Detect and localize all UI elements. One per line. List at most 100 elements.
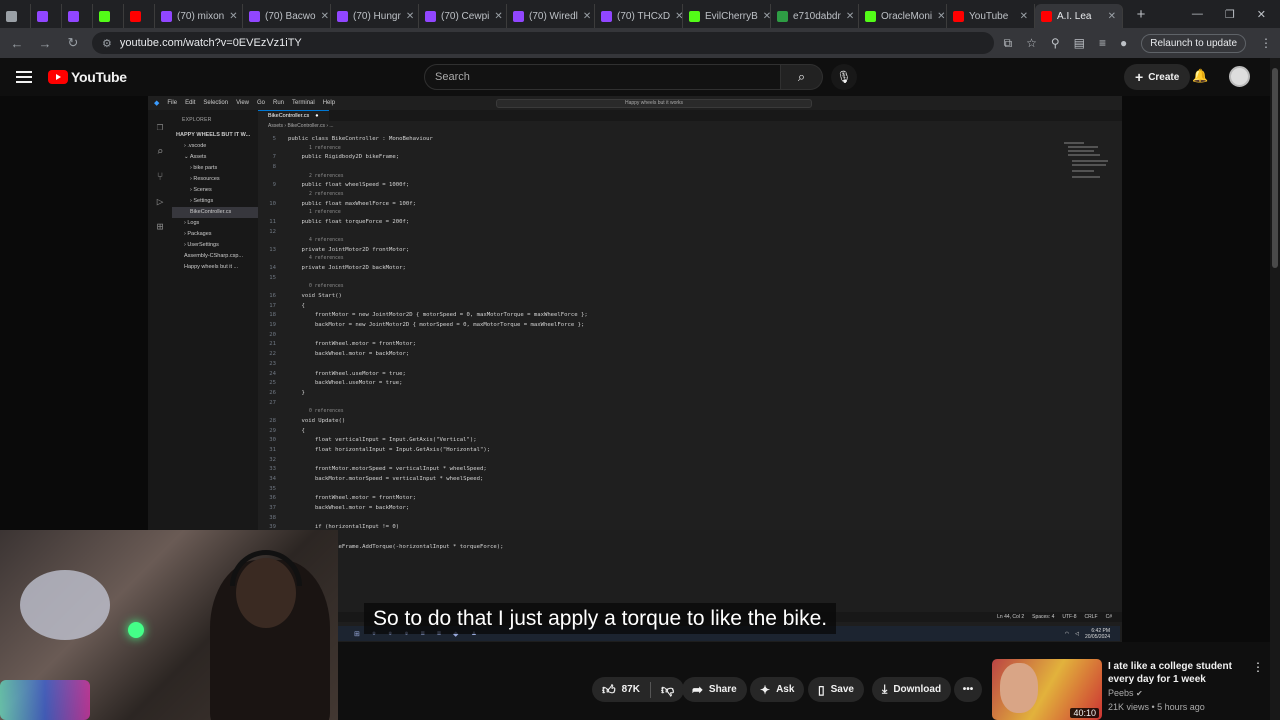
video-duration: 40:10 bbox=[1070, 708, 1099, 718]
tab-close-icon[interactable]: ✕ bbox=[937, 11, 945, 22]
line-number: 8 bbox=[272, 163, 276, 170]
browser-tab[interactable]: (70) Cewpi ✕ bbox=[419, 4, 507, 28]
code-line: 7 public Rigidbody2D bikeFrame; bbox=[258, 153, 1118, 163]
editor-tab-label: BikeController.cs bbox=[268, 113, 310, 119]
browser-tab[interactable] bbox=[93, 4, 124, 28]
relaunch-button[interactable]: Relaunch to update bbox=[1141, 33, 1246, 53]
search-input[interactable]: Search bbox=[424, 64, 781, 90]
search-button[interactable]: ⌕ bbox=[781, 64, 823, 90]
browser-tab[interactable]: EvilCherryB ✕ bbox=[683, 4, 771, 28]
line-number: 13 bbox=[269, 246, 276, 253]
chrome-menu-icon[interactable]: ⋮ bbox=[1260, 36, 1272, 50]
browser-tab[interactable] bbox=[62, 4, 93, 28]
tab-label: e710dabdr bbox=[793, 10, 841, 22]
vscode-menu-item: File bbox=[167, 100, 178, 106]
site-info-icon[interactable]: ⚙ bbox=[102, 37, 112, 50]
media-icon[interactable]: ≡ bbox=[1099, 36, 1106, 50]
save-button[interactable]: ▯ Save bbox=[808, 677, 864, 702]
back-icon[interactable]: ← bbox=[8, 36, 26, 51]
thumbnail-person bbox=[1000, 663, 1038, 713]
line-number: 22 bbox=[269, 351, 276, 358]
tab-close-icon[interactable]: ✕ bbox=[1020, 11, 1028, 22]
browser-tab[interactable]: YouTube ✕ bbox=[947, 4, 1035, 28]
bookmark-star-icon[interactable]: ☆ bbox=[1026, 36, 1037, 50]
video-menu-icon[interactable]: ⋮ bbox=[1252, 660, 1264, 674]
browser-tab[interactable] bbox=[124, 4, 155, 28]
line-number: 25 bbox=[269, 380, 276, 387]
channel-name[interactable]: Peebs ✔ bbox=[1108, 688, 1143, 698]
cast-icon[interactable]: ⧉ bbox=[1004, 36, 1013, 51]
tab-favicon-icon bbox=[689, 10, 700, 22]
minimize-icon[interactable]: — bbox=[1192, 8, 1203, 21]
browser-tab[interactable]: e710dabdr ✕ bbox=[771, 4, 859, 28]
share-button[interactable]: ➦ Share bbox=[682, 677, 747, 702]
tab-close-icon[interactable]: ✕ bbox=[1108, 11, 1116, 22]
sidepanel-icon[interactable]: ▤ bbox=[1074, 36, 1085, 50]
line-number: 29 bbox=[269, 427, 276, 434]
tab-favicon-icon bbox=[1041, 10, 1052, 22]
tab-close-icon[interactable]: ✕ bbox=[494, 11, 502, 22]
tab-close-icon[interactable]: ✕ bbox=[321, 11, 329, 22]
code-text: frontMotor.motorSpeed = verticalInput * … bbox=[288, 466, 487, 473]
tab-close-icon[interactable]: ✕ bbox=[229, 11, 237, 22]
notifications-bell-icon[interactable]: 🔔 bbox=[1192, 68, 1208, 84]
menu-icon[interactable] bbox=[16, 71, 32, 83]
code-line: 27 bbox=[258, 399, 1118, 409]
line-number: 9 bbox=[272, 182, 276, 189]
tab-close-icon[interactable]: ✕ bbox=[406, 11, 414, 22]
tab-close-icon[interactable]: ✕ bbox=[583, 11, 591, 22]
browser-tab[interactable]: (70) mixon ✕ bbox=[155, 4, 243, 28]
account-avatar[interactable] bbox=[1229, 66, 1250, 87]
url-field[interactable]: ⚙ youtube.com/watch?v=0EVEzVz1iTY bbox=[92, 32, 994, 54]
code-line: 36 frontWheel.motor = frontMotor; bbox=[258, 494, 1118, 504]
browser-tab[interactable]: (70) THCxD ✕ bbox=[595, 4, 683, 28]
new-tab-button[interactable]: + bbox=[1129, 6, 1153, 23]
forward-icon[interactable]: → bbox=[36, 36, 54, 51]
search-icon: ⌕ bbox=[156, 145, 164, 158]
line-number: 19 bbox=[269, 322, 276, 329]
clock-date: 20/05/2024 bbox=[1084, 633, 1110, 640]
browser-tab[interactable]: OracleMoni ✕ bbox=[859, 4, 947, 28]
tab-close-icon[interactable]: ✕ bbox=[675, 11, 682, 22]
youtube-logo[interactable]: YouTube bbox=[48, 69, 127, 85]
video-meta: 21K views • 5 hours ago bbox=[1108, 702, 1205, 712]
browser-tab[interactable] bbox=[31, 4, 62, 28]
create-button[interactable]: + Create bbox=[1124, 64, 1191, 90]
download-button[interactable]: ⤓ Download bbox=[872, 677, 952, 702]
system-tray: ◠ ◁ 6:42 PM 20/05/2024 bbox=[1065, 628, 1120, 640]
tab-close-icon[interactable]: ✕ bbox=[763, 11, 770, 22]
vscode-menu-item: Terminal bbox=[292, 100, 315, 106]
tab-label: (70) Hungr bbox=[353, 10, 401, 22]
more-actions-button[interactable]: ••• bbox=[954, 677, 982, 702]
ask-button[interactable]: ✦ Ask bbox=[750, 677, 805, 702]
line-number: 35 bbox=[269, 485, 276, 492]
video-title[interactable]: I ate like a college student every day f… bbox=[1108, 660, 1258, 686]
maximize-icon[interactable]: ❐ bbox=[1225, 8, 1235, 21]
scrollbar-thumb[interactable] bbox=[1272, 68, 1278, 268]
profile-icon[interactable]: ● bbox=[1120, 36, 1127, 50]
line-number: 31 bbox=[269, 446, 276, 453]
browser-tab[interactable]: (70) Hungr ✕ bbox=[331, 4, 419, 28]
tab-close-icon[interactable]: ✕ bbox=[846, 11, 854, 22]
tab-label: (70) mixon bbox=[177, 10, 225, 22]
browser-tab[interactable]: (70) Wiredl ✕ bbox=[507, 4, 595, 28]
page-scrollbar[interactable] bbox=[1270, 58, 1280, 720]
like-button[interactable]: 👍︎ 87K bbox=[602, 682, 640, 698]
like-dislike-group: 👍︎ 87K 👎︎ bbox=[592, 677, 685, 702]
reload-icon[interactable]: ↻ bbox=[64, 35, 82, 51]
video-thumbnail[interactable]: 40:10 bbox=[992, 659, 1102, 720]
browser-tab[interactable]: A.I. Lea ✕ bbox=[1035, 4, 1123, 28]
codelens-references: 0 references bbox=[309, 284, 344, 290]
close-window-icon[interactable]: ✕ bbox=[1257, 8, 1266, 21]
browser-tab[interactable]: (70) Bacwo ✕ bbox=[243, 4, 331, 28]
dislike-button[interactable]: 👎︎ bbox=[661, 682, 674, 698]
browser-tab[interactable] bbox=[0, 4, 31, 28]
tab-label: YouTube bbox=[969, 10, 1009, 22]
recommended-video[interactable]: 40:10 I ate like a college student every… bbox=[992, 659, 1270, 720]
share-icon: ➦ bbox=[692, 681, 703, 697]
voice-search-button[interactable]: 🎙 bbox=[831, 64, 857, 90]
code-line: 9 public float wheelSpeed = 1000f; bbox=[258, 181, 1118, 191]
extensions-icon[interactable]: ⚲ bbox=[1051, 36, 1060, 50]
code-line: 41 bikeFrame.AddTorque(-horizontalInput … bbox=[258, 543, 1118, 553]
code-text: public float maxWheelForce = 100f; bbox=[288, 200, 416, 207]
